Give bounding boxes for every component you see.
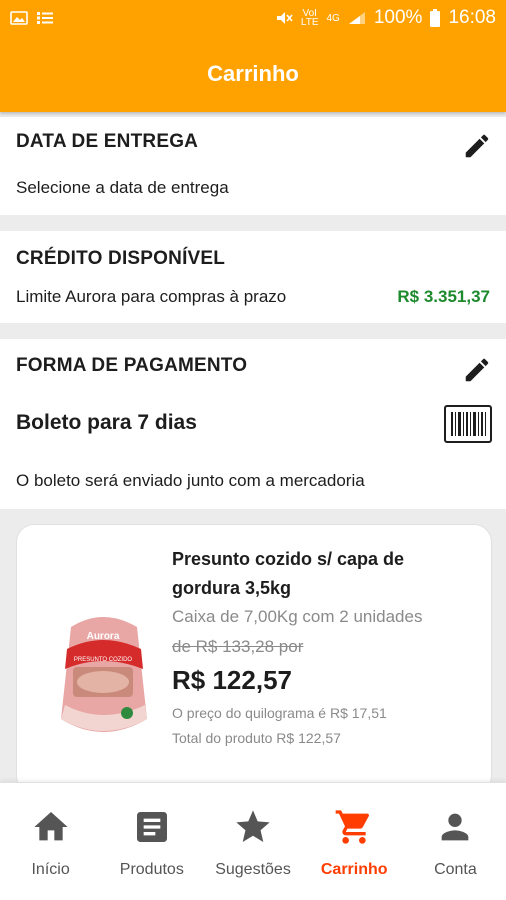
nav-label: Sugestões [215, 861, 291, 878]
credit-value: R$ 3.351,37 [397, 287, 490, 306]
product-name: Presunto cozido s/ capa de gordura 3,5kg [172, 549, 405, 598]
product-card[interactable]: Aurora PRESUNTO COZIDO Presunto cozido s… [16, 524, 492, 794]
product-price: R$ 122,57 [172, 665, 292, 695]
product-old-price: de R$ 133,28 por [172, 637, 304, 656]
product-image-subtitle: PRESUNTO COZIDO [74, 657, 133, 663]
payment-title: FORMA DE PAGAMENTO [16, 355, 248, 376]
list-icon [136, 812, 167, 842]
status-bar: VoI LTE 4G 100% 16:08 [0, 0, 506, 36]
person-icon [442, 813, 469, 841]
mute-icon [276, 12, 293, 24]
page-title: Carrinho [207, 61, 299, 86]
app-bar: Carrinho [0, 36, 506, 112]
signal-icon [348, 12, 365, 24]
nav-item-carrinho[interactable]: Carrinho [304, 783, 405, 900]
nav-item-produtos[interactable]: Produtos [101, 783, 202, 900]
nav-item-sugestoes[interactable]: Sugestões [202, 783, 303, 900]
delivery-date-title: DATA DE ENTREGA [16, 131, 199, 152]
barcode-icon [444, 405, 492, 443]
credit-card: CRÉDITO DISPONÍVEL Limite Aurora para co… [0, 231, 506, 323]
home-icon [33, 812, 68, 841]
delivery-date-card[interactable]: DATA DE ENTREGA Selecione a data de entr… [0, 117, 506, 215]
nav-label: Produtos [119, 861, 184, 878]
nav-label: Carrinho [320, 861, 388, 878]
product-total: Total do produto R$ 122,57 [172, 730, 341, 746]
nav-label: Conta [434, 861, 477, 878]
clock: 16:08 [448, 7, 496, 28]
battery-icon [430, 9, 441, 27]
list-notification-icon [37, 12, 53, 24]
credit-title: CRÉDITO DISPONÍVEL [16, 248, 226, 269]
payment-method: Boleto para 7 dias [16, 411, 197, 434]
payment-card[interactable]: FORMA DE PAGAMENTO Boleto para 7 dias O … [0, 339, 506, 509]
nav-item-conta[interactable]: Conta [405, 783, 506, 900]
product-image-brand: Aurora [87, 631, 120, 642]
image-notification-icon [10, 11, 28, 25]
edit-payment-icon[interactable] [462, 355, 492, 385]
battery-percent: 100% [373, 7, 423, 28]
star-icon [236, 810, 270, 842]
cart-icon [335, 810, 370, 844]
delivery-date-text: Selecione a data de entrega [16, 178, 229, 197]
product-box-info: Caixa de 7,00Kg com 2 unidades [172, 607, 423, 626]
volte-icon: VoI LTE [300, 8, 319, 28]
product-kg-price: O preço do quilograma é R$ 17,51 [172, 705, 387, 721]
credit-label: Limite Aurora para compras à prazo [16, 287, 287, 306]
nav-label: Início [31, 861, 70, 878]
nav-item-inicio[interactable]: Início [0, 783, 101, 900]
bottom-navigation: Início Produtos Sugestões Carrinho Conta [0, 782, 506, 900]
product-image: Aurora PRESUNTO COZIDO [61, 617, 147, 732]
payment-note: O boleto será enviado junto com a mercad… [16, 471, 365, 490]
network-type: 4G [326, 12, 340, 24]
edit-delivery-icon[interactable] [462, 131, 492, 161]
